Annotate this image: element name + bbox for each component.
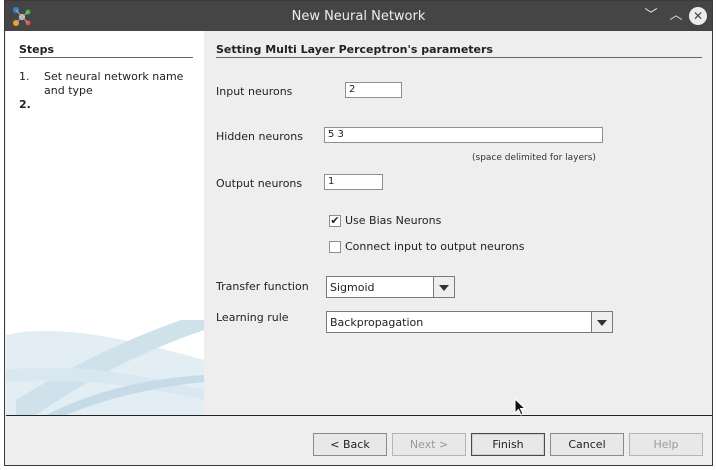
hidden-neurons-label: Hidden neurons xyxy=(216,130,303,143)
connect-io-label[interactable]: Connect input to output neurons xyxy=(345,240,525,253)
transfer-function-value: Sigmoid xyxy=(330,281,375,294)
hidden-neurons-field[interactable]: 5 3 xyxy=(324,127,603,143)
transfer-function-select[interactable]: Sigmoid xyxy=(326,276,455,298)
back-button[interactable]: < Back xyxy=(313,433,387,456)
parameters-panel: Setting Multi Layer Perceptron's paramet… xyxy=(204,31,712,415)
steps-heading: Steps xyxy=(19,43,55,56)
connect-io-checkbox[interactable] xyxy=(329,241,341,253)
window-title: New Neural Network xyxy=(291,9,426,24)
use-bias-checkbox[interactable]: ✔ xyxy=(329,215,341,227)
decorative-swoosh-image xyxy=(6,320,204,415)
transfer-function-label: Transfer function xyxy=(216,280,309,293)
close-icon[interactable]: ✕ xyxy=(689,7,707,25)
parameters-heading: Setting Multi Layer Perceptron's paramet… xyxy=(216,43,493,56)
help-button[interactable]: Help xyxy=(629,433,703,456)
maximize-icon[interactable]: ︿ xyxy=(666,6,686,26)
step-number: 2. xyxy=(19,98,31,111)
next-button[interactable]: Next > xyxy=(392,433,466,456)
output-neurons-field[interactable]: 1 xyxy=(324,174,383,190)
input-neurons-field[interactable]: 2 xyxy=(345,82,402,98)
steps-divider xyxy=(19,57,193,58)
learning-rule-value: Backpropagation xyxy=(330,316,424,329)
title-bar[interactable]: New Neural Network ﹀ ︿ ✕ xyxy=(5,1,712,31)
step-number: 1. xyxy=(19,70,30,83)
parameters-divider xyxy=(216,57,702,58)
button-bar-divider xyxy=(6,415,712,416)
chevron-down-icon[interactable] xyxy=(433,277,454,297)
learning-rule-label: Learning rule xyxy=(216,311,289,324)
cancel-button[interactable]: Cancel xyxy=(550,433,624,456)
finish-button[interactable]: Finish xyxy=(471,433,545,456)
step-label: Set neural network name and type xyxy=(44,70,184,97)
mouse-cursor-icon xyxy=(514,398,526,416)
steps-panel: Steps 1. Set neural network name and typ… xyxy=(6,31,204,415)
hidden-neurons-hint: (space delimited for layers) xyxy=(472,153,596,163)
minimize-icon[interactable]: ﹀ xyxy=(641,6,661,26)
input-neurons-label: Input neurons xyxy=(216,85,293,98)
learning-rule-select[interactable]: Backpropagation xyxy=(326,311,613,333)
use-bias-label[interactable]: Use Bias Neurons xyxy=(345,214,441,227)
new-neural-network-dialog: New Neural Network ﹀ ︿ ✕ Steps 1. Set ne… xyxy=(4,0,713,466)
chevron-down-icon[interactable] xyxy=(591,312,612,332)
output-neurons-label: Output neurons xyxy=(216,177,303,190)
